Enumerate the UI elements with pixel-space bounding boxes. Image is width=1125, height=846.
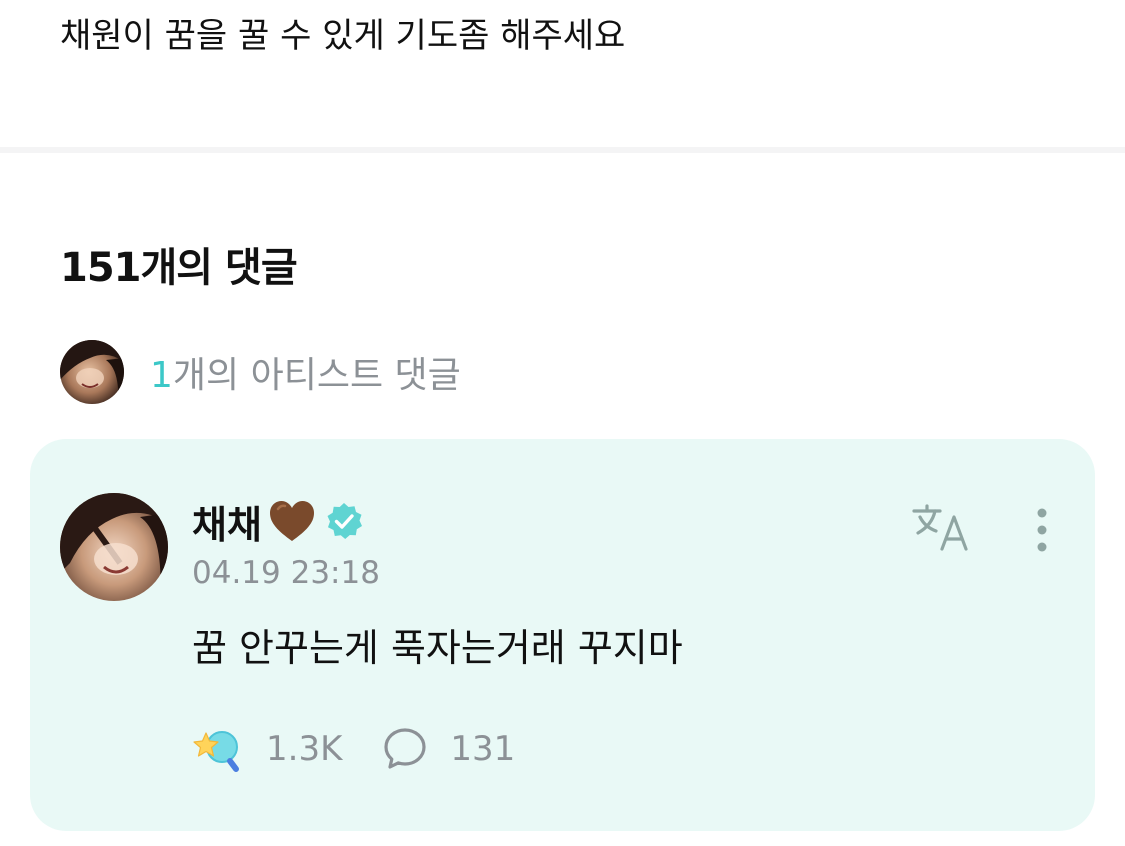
artist-comments-label: 1개의 아티스트 댓글: [150, 346, 461, 398]
comment-body: 꿈 안꾸는게 푹자는거래 꾸지마: [192, 626, 683, 670]
like-button[interactable]: 1.3K: [192, 725, 342, 773]
brown-heart-icon: [269, 501, 314, 541]
comment-author-row: 채채: [192, 493, 364, 549]
verified-badge-icon: [327, 503, 362, 539]
artist-comments-text: 개의 아티스트 댓글: [172, 355, 461, 396]
translate-button[interactable]: [910, 503, 976, 555]
comment-author-name[interactable]: 채채: [192, 494, 262, 549]
sparkle-like-icon: [193, 731, 239, 772]
translate-icon: [912, 504, 968, 551]
section-divider: [0, 147, 1125, 153]
reply-count: 131: [450, 729, 516, 769]
artist-comment-card: 채채 04.19 23:18 꿈 안꾸는게 푹자는거래 꾸지마 1.3K 131: [30, 439, 1095, 831]
speech-bubble-icon: [384, 728, 426, 769]
reply-button[interactable]: 131: [382, 726, 515, 772]
comment-actions: 1.3K 131: [192, 725, 515, 773]
artist-comments-summary[interactable]: 1개의 아티스트 댓글: [60, 340, 461, 404]
artist-comments-count: 1: [150, 355, 173, 396]
more-vertical-icon: [1037, 508, 1047, 552]
like-count: 1.3K: [266, 729, 343, 769]
comment-author-avatar[interactable]: [60, 493, 168, 601]
artist-avatar: [60, 340, 124, 404]
comment-timestamp: 04.19 23:18: [192, 555, 380, 591]
comments-count-title: 151개의 댓글: [60, 245, 298, 291]
post-text: 채원이 꿈을 꿀 수 있게 기도좀 해주세요: [60, 16, 626, 56]
more-options-button[interactable]: [1022, 505, 1062, 559]
